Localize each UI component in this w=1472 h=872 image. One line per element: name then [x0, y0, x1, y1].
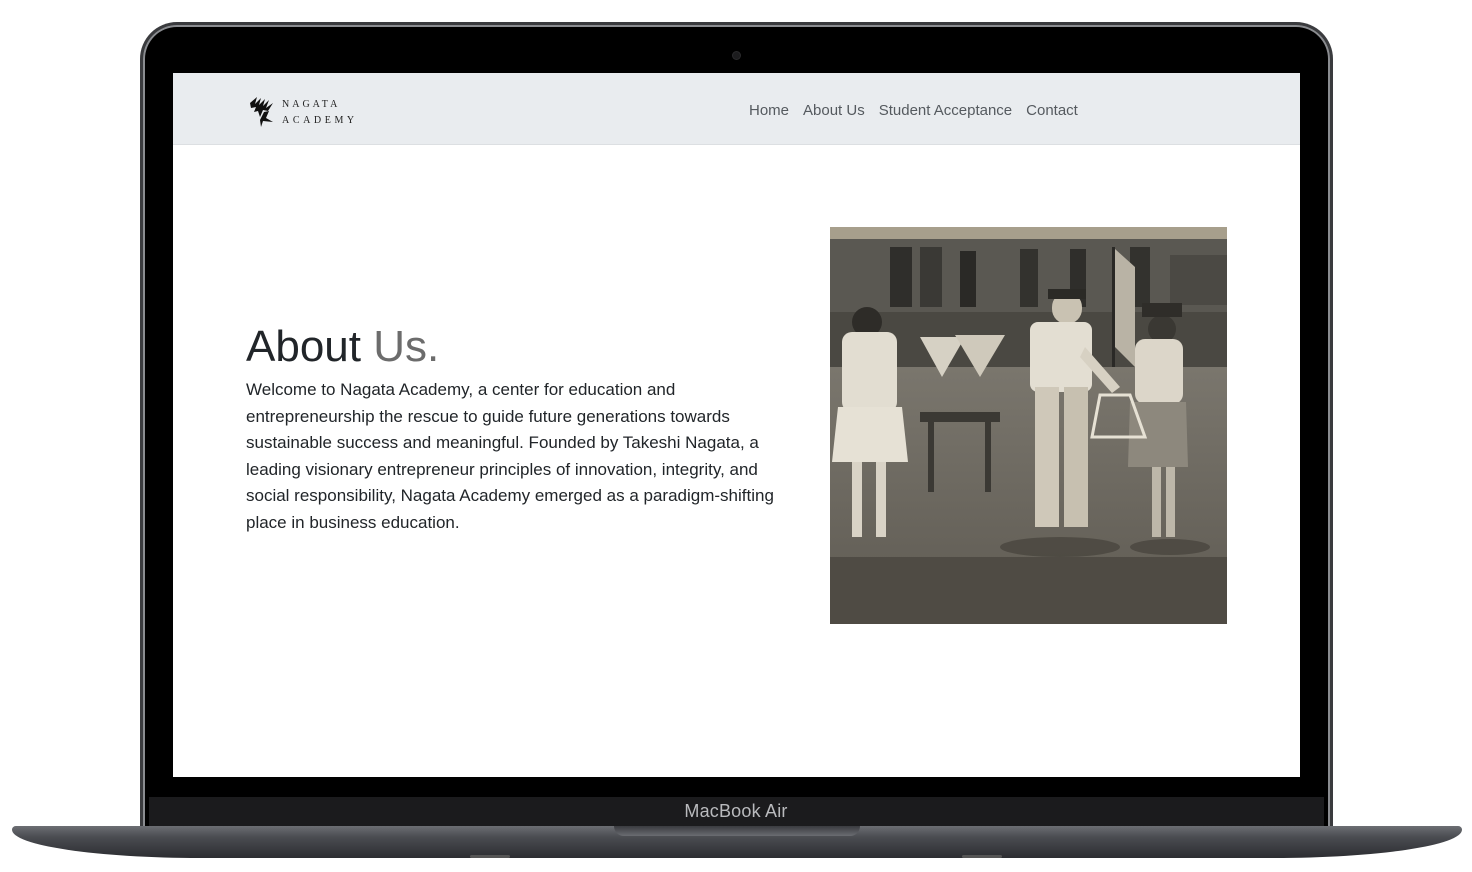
about-description: Welcome to Nagata Academy, a center for … [246, 380, 774, 532]
site-logo[interactable]: NAGATA ACADEMY [249, 95, 361, 127]
logo-line1: NAGATA [282, 99, 341, 110]
navbar: NAGATA ACADEMY Home About Us Student Acc… [173, 73, 1300, 145]
main-nav: Home About Us Student Acceptance Contact [749, 102, 1078, 119]
mockup-stage: MacBook Air NAGATA ACADEMY Home About Us… [0, 0, 1472, 872]
laptop-foot-right [962, 855, 1002, 858]
title-main: About [246, 322, 361, 371]
nav-contact[interactable]: Contact [1026, 102, 1078, 119]
nav-home[interactable]: Home [749, 102, 789, 119]
laptop-foot-left [470, 855, 510, 858]
historical-photo [830, 227, 1227, 624]
nav-about-us[interactable]: About Us [803, 102, 865, 119]
screen: NAGATA ACADEMY Home About Us Student Acc… [173, 73, 1300, 777]
logo-mark-icon [250, 97, 273, 127]
camera-icon [733, 52, 740, 59]
title-accent: Us. [373, 322, 440, 371]
logo-wordmark: NAGATA ACADEMY [282, 97, 358, 129]
logo-line2: ACADEMY [282, 115, 358, 126]
laptop-hinge-notch [614, 826, 860, 836]
device-label: MacBook Air [684, 801, 788, 821]
nav-student-acceptance[interactable]: Student Acceptance [879, 102, 1012, 119]
page-title: About Us. [246, 321, 439, 373]
historical-photo-image [830, 227, 1227, 624]
